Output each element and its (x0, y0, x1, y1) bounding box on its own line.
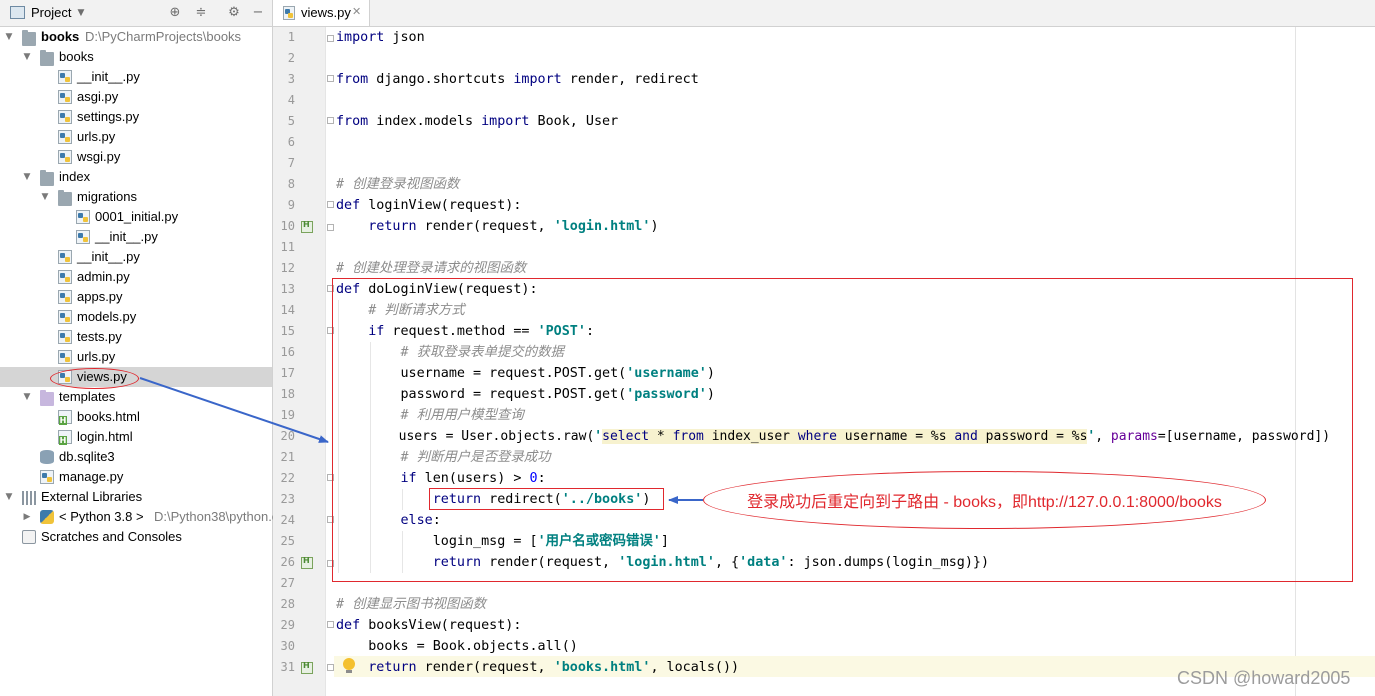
annotation-arrows (139, 377, 703, 504)
watermark: CSDN @howard2005 (1177, 668, 1351, 688)
arrow-views-to-code (139, 377, 329, 443)
